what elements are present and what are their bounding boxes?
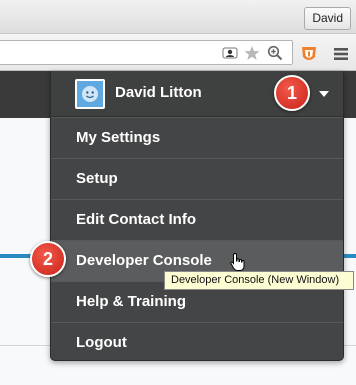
- browser-titlebar: David: [0, 0, 356, 34]
- person-icon[interactable]: [222, 45, 238, 61]
- star-icon[interactable]: [244, 45, 260, 61]
- menu-item-label: Logout: [76, 334, 127, 351]
- menu-item-label: My Settings: [76, 129, 161, 146]
- menu-item-edit-contact-info[interactable]: Edit Contact Info: [51, 199, 343, 240]
- extension-icon[interactable]: [299, 44, 319, 64]
- avatar-icon: [75, 79, 105, 109]
- callout-badge-2: 2: [30, 241, 66, 277]
- address-bar[interactable]: [0, 40, 293, 65]
- menu-item-label: Edit Contact Info: [76, 211, 196, 228]
- zoom-icon[interactable]: [267, 45, 283, 61]
- caret-down-icon[interactable]: [319, 91, 329, 97]
- menu-item-label: Developer Console: [76, 252, 212, 269]
- menu-item-logout[interactable]: Logout: [51, 322, 343, 363]
- hand-cursor-icon: [230, 252, 245, 271]
- user-dropdown-menu: David Litton My Settings Setup Edit Cont…: [50, 71, 344, 361]
- user-name: David Litton: [115, 84, 202, 101]
- menu-item-setup[interactable]: Setup: [51, 158, 343, 199]
- profile-button[interactable]: David: [304, 7, 351, 30]
- hamburger-menu-icon[interactable]: [331, 44, 351, 64]
- tooltip: Developer Console (New Window): [164, 271, 354, 290]
- menu-item-label: Help & Training: [76, 293, 187, 310]
- callout-badge-1: 1: [274, 75, 310, 111]
- menu-item-my-settings[interactable]: My Settings: [51, 117, 343, 158]
- menu-item-label: Setup: [76, 170, 118, 187]
